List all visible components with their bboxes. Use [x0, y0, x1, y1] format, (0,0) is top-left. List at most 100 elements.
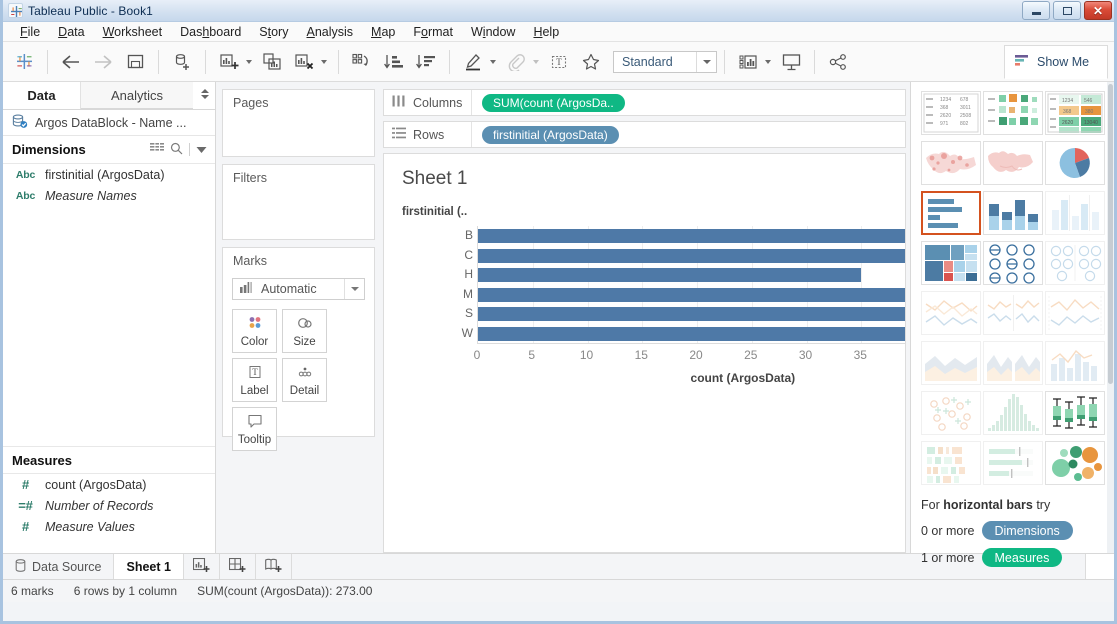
row-label[interactable]: W: [388, 326, 473, 340]
columns-shelf-drop[interactable]: SUM(count (ArgosDa..: [472, 93, 905, 112]
show-me-highlight-table[interactable]: 1234 546 368 380 2620 13040: [1045, 91, 1105, 135]
show-me-lines-continuous[interactable]: [921, 291, 981, 335]
bar-mark[interactable]: [478, 268, 862, 282]
bar-mark[interactable]: [478, 229, 905, 243]
menu-file[interactable]: File: [11, 23, 49, 41]
tab-data[interactable]: Data: [3, 82, 81, 109]
sort-ascending-icon[interactable]: [381, 49, 407, 75]
bar-mark[interactable]: [478, 287, 905, 302]
show-hide-cards-dropdown-caret[interactable]: [765, 59, 771, 64]
columns-shelf[interactable]: Columns SUM(count (ArgosDa..: [383, 89, 906, 116]
grid-view-icon[interactable]: [150, 142, 164, 157]
show-hide-cards-icon[interactable]: [735, 49, 761, 75]
back-arrow-icon[interactable]: [58, 49, 84, 75]
marks-tooltip-button[interactable]: Tooltip: [232, 407, 277, 451]
new-dashboard-tab-button[interactable]: [220, 554, 256, 579]
share-icon[interactable]: [825, 49, 851, 75]
highlight-dropdown-caret[interactable]: [490, 59, 496, 64]
show-me-dual-combination[interactable]: [1045, 341, 1105, 385]
menu-help[interactable]: Help: [524, 23, 568, 41]
new-story-tab-button[interactable]: [256, 554, 292, 579]
menu-window[interactable]: Window: [462, 23, 524, 41]
fit-select[interactable]: Standard: [613, 50, 717, 73]
show-me-text-table[interactable]: 1234 678 368 3011 2620 2508 971 802: [921, 91, 981, 135]
scrollbar-thumb[interactable]: [1108, 84, 1113, 384]
marks-label-button[interactable]: T Label: [232, 358, 277, 402]
swap-rows-columns-icon[interactable]: [349, 49, 375, 75]
clear-sheet-icon[interactable]: [291, 49, 317, 75]
chevron-down-icon[interactable]: [344, 279, 364, 299]
row-label[interactable]: M: [388, 287, 473, 301]
fix-axes-icon[interactable]: [578, 49, 604, 75]
chevron-down-icon[interactable]: [696, 51, 716, 72]
menu-data[interactable]: Data: [49, 23, 93, 41]
new-data-source-icon[interactable]: [169, 49, 195, 75]
rows-shelf[interactable]: Rows firstinitial (ArgosData): [383, 121, 906, 148]
chevron-down-icon[interactable]: [196, 142, 207, 157]
new-worksheet-tab-button[interactable]: [184, 554, 220, 579]
tab-data-source[interactable]: Data Source: [3, 554, 115, 579]
menu-story[interactable]: Story: [250, 23, 297, 41]
bar-chart[interactable]: firstinitial (.. BCHMSW 0 5 10 15 20 25 30 35 c…: [384, 206, 905, 552]
show-me-heat-map[interactable]: [983, 91, 1043, 135]
row-label[interactable]: S: [388, 306, 473, 320]
row-label[interactable]: H: [388, 267, 473, 281]
show-me-side-by-side-circles[interactable]: [1045, 241, 1105, 285]
new-worksheet-dropdown-caret[interactable]: [246, 59, 252, 64]
menu-analysis[interactable]: Analysis: [297, 23, 362, 41]
measure-field-measure-values[interactable]: # Measure Values: [3, 516, 215, 537]
show-me-scatter-plot[interactable]: [921, 391, 981, 435]
show-me-symbol-map[interactable]: [921, 141, 981, 185]
measure-field-number-of-records[interactable]: =# Number of Records: [3, 495, 215, 516]
measure-field-count[interactable]: # count (ArgosData): [3, 474, 215, 495]
dimension-field-firstinitial[interactable]: Abc firstinitial (ArgosData): [3, 164, 215, 185]
bar-mark[interactable]: [478, 248, 905, 263]
tab-sheet-1[interactable]: Sheet 1: [114, 554, 184, 579]
datasource-row[interactable]: Argos DataBlock - Name ...: [3, 110, 215, 136]
chevron-down-icon[interactable]: [201, 95, 209, 99]
show-me-filled-map[interactable]: [983, 141, 1043, 185]
tab-analytics[interactable]: Analytics: [81, 82, 193, 109]
marks-detail-button[interactable]: Detail: [282, 358, 327, 402]
show-me-area-charts-discrete[interactable]: [983, 341, 1043, 385]
menu-format[interactable]: Format: [404, 23, 462, 41]
rows-shelf-drop[interactable]: firstinitial (ArgosData): [472, 125, 905, 144]
minimize-button[interactable]: [1022, 1, 1050, 20]
row-label[interactable]: B: [388, 228, 473, 242]
show-me-histogram[interactable]: [983, 391, 1043, 435]
filters-card[interactable]: Filters: [222, 164, 375, 240]
show-me-pie-chart[interactable]: [1045, 141, 1105, 185]
dimension-field-measure-names[interactable]: Abc Measure Names: [3, 185, 215, 206]
forward-arrow-icon[interactable]: [90, 49, 116, 75]
show-me-treemap[interactable]: [921, 241, 981, 285]
pane-resize-arrows[interactable]: [201, 89, 209, 99]
clear-sheet-dropdown-caret[interactable]: [321, 59, 327, 64]
chevron-up-icon[interactable]: [201, 89, 209, 93]
show-me-area-charts-continuous[interactable]: [921, 341, 981, 385]
close-button[interactable]: ✕: [1084, 1, 1112, 20]
show-me-scrollbar[interactable]: [1107, 82, 1114, 553]
show-me-circle-views[interactable]: [983, 241, 1043, 285]
viz-canvas[interactable]: Sheet 1 firstinitial (.. BCHMSW 0 5 10 15 20…: [383, 153, 906, 553]
plot-area[interactable]: BCHMSW: [462, 226, 905, 343]
show-me-packed-bubbles[interactable]: [1045, 441, 1105, 485]
new-worksheet-icon[interactable]: [216, 49, 242, 75]
show-mark-labels-icon[interactable]: T: [546, 49, 572, 75]
show-me-box-and-whisker[interactable]: [1045, 391, 1105, 435]
mark-type-select[interactable]: Automatic: [232, 278, 365, 300]
maximize-button[interactable]: [1053, 1, 1081, 20]
bar-mark[interactable]: [478, 326, 905, 341]
marks-color-button[interactable]: Color: [232, 309, 277, 353]
sort-descending-icon[interactable]: [413, 49, 439, 75]
marks-size-button[interactable]: Size: [282, 309, 327, 353]
duplicate-sheet-icon[interactable]: [259, 49, 285, 75]
save-icon[interactable]: [122, 49, 148, 75]
show-me-dual-lines[interactable]: [1045, 291, 1105, 335]
pages-card[interactable]: Pages: [222, 89, 375, 157]
show-me-horizontal-bars[interactable]: [921, 191, 981, 235]
bar-mark[interactable]: [478, 307, 905, 321]
show-me-lines-discrete[interactable]: [983, 291, 1043, 335]
show-me-gantt[interactable]: [921, 441, 981, 485]
pill-firstinitial[interactable]: firstinitial (ArgosData): [482, 125, 619, 144]
group-dropdown-caret[interactable]: [533, 59, 539, 64]
